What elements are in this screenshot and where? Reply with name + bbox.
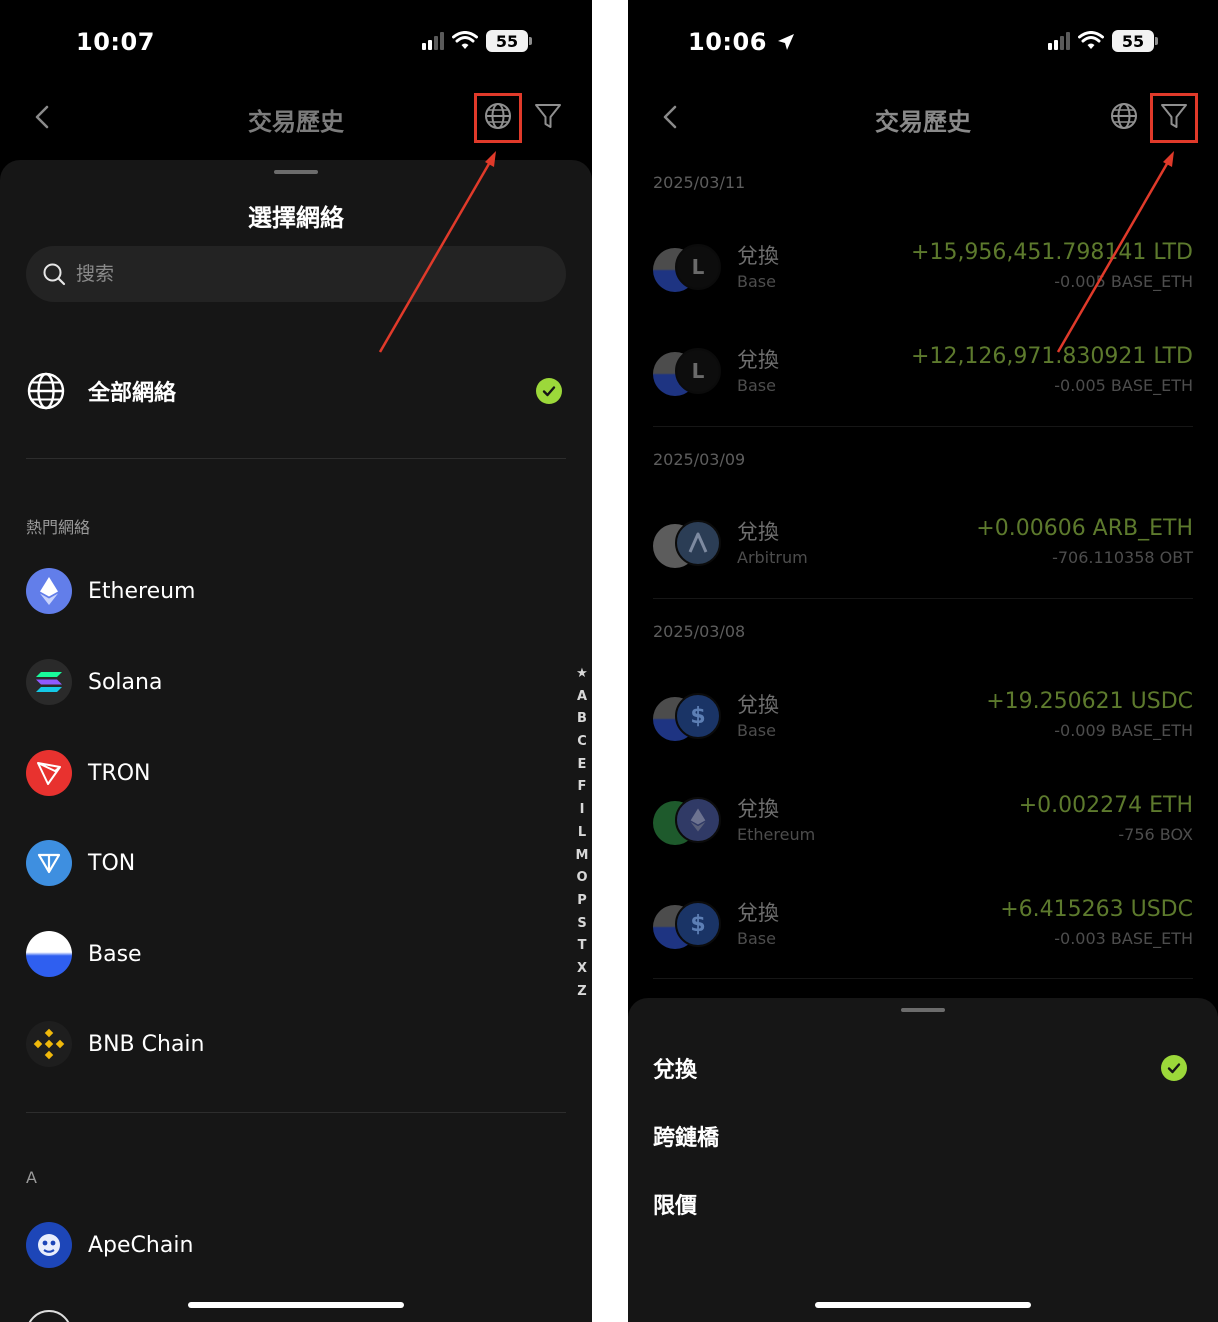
tx-network: Base: [737, 721, 776, 740]
home-indicator: [188, 1302, 404, 1308]
filter-option-swap[interactable]: 兌換: [653, 1048, 1193, 1088]
index-letter[interactable]: X: [577, 958, 587, 981]
divider: [26, 1112, 566, 1113]
network-item-icon-partial: [26, 1310, 72, 1322]
network-label: TON: [88, 850, 136, 876]
transaction-row[interactable]: 兌換 Arbitrum +0.00606 ARB_ETH -706.110358…: [653, 516, 1193, 576]
ton-icon: [26, 840, 72, 886]
annotation-arrow: [378, 151, 496, 353]
index-letter[interactable]: M: [576, 845, 589, 868]
token-pair-icon: [653, 520, 723, 570]
transaction-row[interactable]: $ 兌換 Base +6.415263 USDC -0.003 BASE_ETH: [653, 897, 1193, 957]
divider: [653, 426, 1193, 427]
token-pair-icon: $: [653, 693, 723, 743]
token-pair-icon: $: [653, 901, 723, 951]
network-item-tron[interactable]: TRON: [26, 748, 151, 798]
network-item-base[interactable]: Base: [26, 929, 142, 979]
tx-type: 兌換: [737, 520, 779, 544]
index-letter[interactable]: T: [578, 935, 587, 958]
tx-network: Arbitrum: [737, 548, 808, 567]
ethereum-icon: [26, 568, 72, 614]
divider: [653, 978, 1193, 979]
tx-fee: -756 BOX: [1118, 825, 1193, 844]
transaction-row[interactable]: $ 兌換 Base +19.250621 USDC -0.009 BASE_ET…: [653, 689, 1193, 749]
section-letter-a: A: [26, 1168, 37, 1187]
tx-type: 兌換: [737, 901, 779, 925]
sheet-handle[interactable]: [901, 1008, 945, 1012]
transaction-row[interactable]: 兌換 Ethereum +0.002274 ETH -756 BOX: [653, 793, 1193, 853]
home-indicator: [815, 1302, 1031, 1308]
tx-amount: +0.002274 ETH: [1018, 793, 1193, 818]
network-item-bnb-chain[interactable]: BNB Chain: [26, 1019, 204, 1069]
filter-option-limit[interactable]: 限價: [653, 1184, 1193, 1224]
check-icon: [1161, 1055, 1187, 1081]
base-icon: [26, 931, 72, 977]
apechain-icon: [26, 1222, 72, 1268]
solana-icon: [26, 659, 72, 705]
tx-network: Base: [737, 929, 776, 948]
index-letter[interactable]: E: [578, 754, 587, 777]
divider: [653, 598, 1193, 599]
index-letter[interactable]: Z: [577, 981, 586, 1004]
network-label: TRON: [88, 760, 151, 786]
tx-fee: -0.003 BASE_ETH: [1054, 929, 1193, 948]
filter-type-sheet: 兌換 跨鏈橋 限價: [628, 998, 1218, 1322]
network-item-ton[interactable]: TON: [26, 838, 135, 888]
index-letter[interactable]: L: [578, 822, 586, 845]
network-label: ApeChain: [88, 1232, 194, 1258]
right-phone-screen: 10:06 55 交易歷史 2025/03/11 L 兌換 Base +15,9…: [628, 0, 1218, 1322]
index-letter[interactable]: I: [580, 799, 585, 822]
annotation-arrow: [1056, 151, 1174, 353]
tx-fee: -706.110358 OBT: [1052, 548, 1193, 567]
tx-amount: +0.00606 ARB_ETH: [976, 516, 1193, 541]
date-header: 2025/03/08: [653, 622, 746, 641]
index-letter[interactable]: O: [576, 867, 587, 890]
index-letter[interactable]: C: [577, 731, 587, 754]
index-letter[interactable]: ★: [576, 663, 588, 686]
alphabet-index[interactable]: ★ A B C E F I L M O P S T X Z: [574, 663, 590, 1003]
option-label: 限價: [653, 1194, 698, 1219]
index-letter[interactable]: B: [577, 708, 587, 731]
date-header: 2025/03/09: [653, 450, 746, 469]
tx-fee: -0.009 BASE_ETH: [1054, 721, 1193, 740]
option-label: 跨鏈橋: [653, 1126, 720, 1151]
index-letter[interactable]: A: [577, 686, 587, 709]
token-pair-icon: [653, 797, 723, 847]
network-label: BNB Chain: [88, 1031, 205, 1057]
divider: [26, 458, 566, 459]
bnb-icon: [26, 1021, 72, 1067]
filter-option-bridge[interactable]: 跨鏈橋: [653, 1116, 1193, 1156]
tx-type: 兌換: [737, 797, 779, 821]
arbitrum-icon: [675, 520, 721, 566]
popular-networks-label: 熱門網絡: [26, 518, 91, 537]
network-item-ethereum[interactable]: Ethereum: [26, 566, 195, 616]
tron-icon: [26, 750, 72, 796]
index-letter[interactable]: P: [577, 890, 587, 913]
network-item-apechain[interactable]: ApeChain: [26, 1220, 193, 1270]
tx-network: Ethereum: [737, 825, 816, 844]
network-label: Base: [88, 941, 142, 967]
network-label: Solana: [88, 669, 163, 695]
tx-type: 兌換: [737, 693, 779, 717]
option-label: 兌換: [653, 1058, 698, 1083]
index-letter[interactable]: S: [577, 913, 586, 936]
ethereum-icon: [675, 797, 721, 843]
left-phone-screen: 10:07 55 交易歷史 選擇網絡 搜索 全部網絡 熱門網絡 Ethereum…: [0, 0, 592, 1322]
index-letter[interactable]: F: [578, 776, 587, 799]
tx-amount: +6.415263 USDC: [1000, 897, 1193, 922]
network-item-solana[interactable]: Solana: [26, 657, 162, 707]
network-label: Ethereum: [88, 578, 196, 604]
tx-amount: +19.250621 USDC: [986, 689, 1193, 714]
